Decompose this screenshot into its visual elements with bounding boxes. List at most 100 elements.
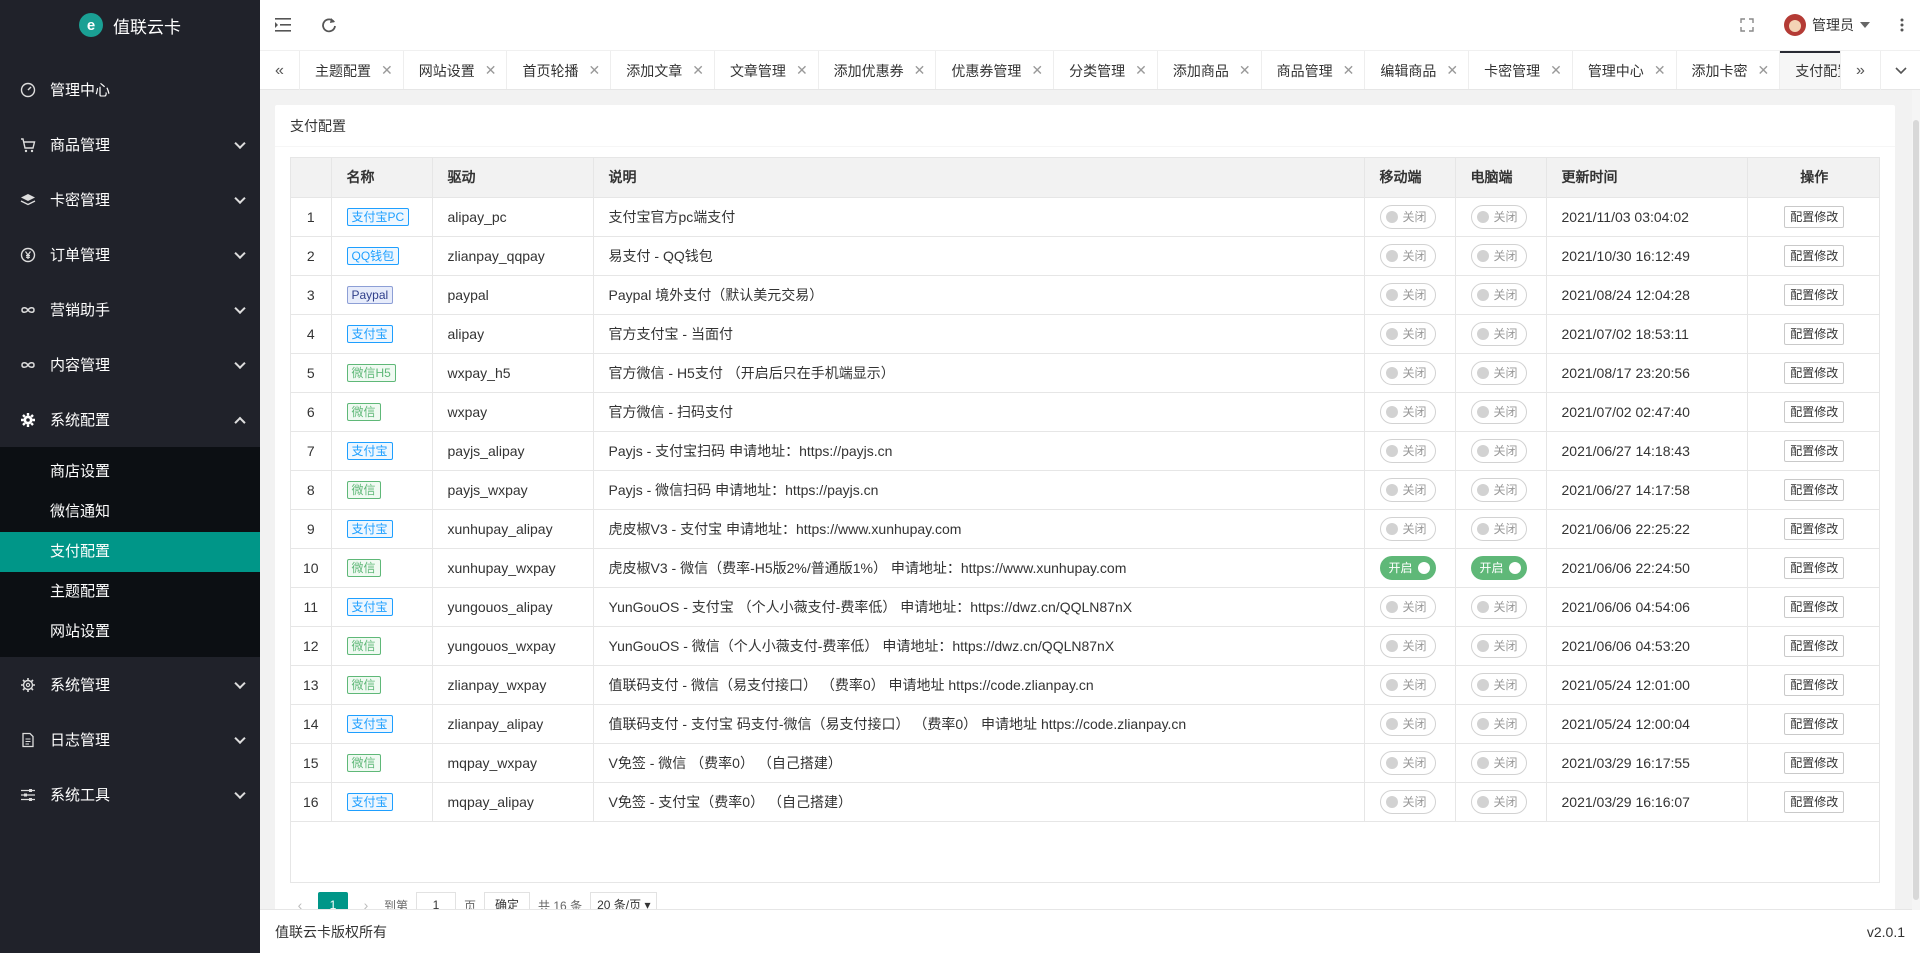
submenu-item-2[interactable]: 微信通知 [0,492,260,532]
refresh-button[interactable] [306,0,352,50]
mobile-switch[interactable]: 关闭 [1379,594,1436,619]
tab-13[interactable]: 管理中心 ✕ [1573,51,1677,89]
tab-12[interactable]: 卡密管理 ✕ [1469,51,1573,89]
submenu-item-3[interactable]: 支付配置 [0,532,260,572]
sidebar-item-10[interactable]: 系统工具 [0,767,260,822]
pc-switch[interactable]: 关闭 [1470,594,1527,619]
pc-switch[interactable]: 关闭 [1470,438,1527,463]
page-scrollbar[interactable] [1912,90,1920,910]
pc-switch[interactable]: 关闭 [1470,633,1527,658]
tab-7[interactable]: 优惠券管理 ✕ [936,51,1055,89]
config-edit-button[interactable]: 配置修改 [1784,595,1845,618]
close-tab-icon[interactable]: ✕ [1343,62,1355,79]
submenu-item-4[interactable]: 主题配置 [0,572,260,612]
config-edit-button[interactable]: 配置修改 [1784,205,1845,228]
sidebar-item-2[interactable]: 商品管理 [0,117,260,172]
config-edit-button[interactable]: 配置修改 [1784,790,1845,813]
sidebar-item-1[interactable]: 管理中心 [0,62,260,117]
close-tab-icon[interactable]: ✕ [796,62,808,79]
mobile-switch[interactable]: 开启 [1379,555,1436,580]
config-edit-button[interactable]: 配置修改 [1784,478,1845,501]
close-tab-icon[interactable]: ✕ [1031,62,1043,79]
close-tab-icon[interactable]: ✕ [1239,62,1251,79]
tab-8[interactable]: 分类管理 ✕ [1054,51,1158,89]
config-edit-button[interactable]: 配置修改 [1784,673,1845,696]
mobile-switch[interactable]: 关闭 [1379,633,1436,658]
tab-scroll-left-button[interactable]: « [260,51,300,90]
sidebar-item-4[interactable]: 订单管理 [0,227,260,282]
config-edit-button[interactable]: 配置修改 [1784,712,1845,735]
tab-scroll-right-button[interactable]: » [1840,51,1880,90]
pc-switch[interactable]: 关闭 [1470,282,1527,307]
tab-4[interactable]: 添加文章 ✕ [611,51,715,89]
pc-switch[interactable]: 关闭 [1470,672,1527,697]
mobile-switch[interactable]: 关闭 [1379,438,1436,463]
config-edit-button[interactable]: 配置修改 [1784,556,1845,579]
tab-6[interactable]: 添加优惠券 ✕ [819,51,937,89]
submenu-item-1[interactable]: 商店设置 [0,452,260,492]
pc-switch[interactable]: 关闭 [1470,321,1527,346]
pc-switch[interactable]: 关闭 [1470,711,1527,736]
config-edit-button[interactable]: 配置修改 [1784,361,1845,384]
tab-2[interactable]: 网站设置 ✕ [404,51,508,89]
pc-switch[interactable]: 关闭 [1470,789,1527,814]
mobile-switch[interactable]: 关闭 [1379,204,1436,229]
config-edit-button[interactable]: 配置修改 [1784,439,1845,462]
close-tab-icon[interactable]: ✕ [1550,62,1562,79]
close-tab-icon[interactable]: ✕ [381,62,393,79]
config-edit-button[interactable]: 配置修改 [1784,283,1845,306]
mobile-switch[interactable]: 关闭 [1379,360,1436,385]
mobile-switch[interactable]: 关闭 [1379,477,1436,502]
tab-1[interactable]: 主题配置 ✕ [300,51,404,89]
sidebar-item-5[interactable]: 营销助手 [0,282,260,337]
scrollbar-thumb[interactable] [1913,120,1919,900]
submenu-item-5[interactable]: 网站设置 [0,612,260,652]
sidebar-item-7[interactable]: 系统配置 [0,392,260,447]
close-tab-icon[interactable]: ✕ [692,62,704,79]
sidebar-item-6[interactable]: 内容管理 [0,337,260,392]
mobile-switch[interactable]: 关闭 [1379,282,1436,307]
fullscreen-button[interactable] [1724,0,1770,50]
col-header-desc[interactable]: 说明 [593,158,1365,198]
tab-9[interactable]: 添加商品 ✕ [1158,51,1262,89]
tab-10[interactable]: 商品管理 ✕ [1262,51,1366,89]
mobile-switch[interactable]: 关闭 [1379,243,1436,268]
pc-switch[interactable]: 关闭 [1470,516,1527,541]
mobile-switch[interactable]: 关闭 [1379,711,1436,736]
mobile-switch[interactable]: 关闭 [1379,399,1436,424]
mobile-switch[interactable]: 关闭 [1379,321,1436,346]
tab-5[interactable]: 文章管理 ✕ [715,51,819,89]
col-header-updated[interactable]: 更新时间 [1546,158,1748,198]
col-header-pc[interactable]: 电脑端 [1455,158,1547,198]
pc-switch[interactable]: 关闭 [1470,360,1527,385]
more-button[interactable] [1884,0,1920,50]
col-header-mobile[interactable]: 移动端 [1364,158,1456,198]
mobile-switch[interactable]: 关闭 [1379,516,1436,541]
pc-switch[interactable]: 关闭 [1470,750,1527,775]
config-edit-button[interactable]: 配置修改 [1784,244,1845,267]
pc-switch[interactable]: 开启 [1470,555,1527,580]
mobile-switch[interactable]: 关闭 [1379,750,1436,775]
pc-switch[interactable]: 关闭 [1470,243,1527,268]
close-tab-icon[interactable]: ✕ [914,62,926,79]
tab-3[interactable]: 首页轮播 ✕ [507,51,612,89]
close-tab-icon[interactable]: ✕ [485,62,497,79]
pc-switch[interactable]: 关闭 [1470,477,1527,502]
app-logo[interactable]: e 值联云卡 [0,0,260,50]
close-tab-icon[interactable]: ✕ [588,62,600,79]
tab-14[interactable]: 添加卡密 ✕ [1677,51,1781,89]
collapse-sidebar-button[interactable] [260,0,306,50]
config-edit-button[interactable]: 配置修改 [1784,517,1845,540]
col-header-driver[interactable]: 驱动 [432,158,594,198]
user-menu[interactable]: 管理员 [1770,0,1884,50]
close-tab-icon[interactable]: ✕ [1654,62,1666,79]
config-edit-button[interactable]: 配置修改 [1784,400,1845,423]
pc-switch[interactable]: 关闭 [1470,204,1527,229]
sidebar-item-8[interactable]: 系统管理 [0,657,260,712]
col-header-name[interactable]: 名称 [331,158,433,198]
sidebar-item-9[interactable]: 日志管理 [0,712,260,767]
close-tab-icon[interactable]: ✕ [1135,62,1147,79]
config-edit-button[interactable]: 配置修改 [1784,322,1845,345]
mobile-switch[interactable]: 关闭 [1379,789,1436,814]
sidebar-item-3[interactable]: 卡密管理 [0,172,260,227]
